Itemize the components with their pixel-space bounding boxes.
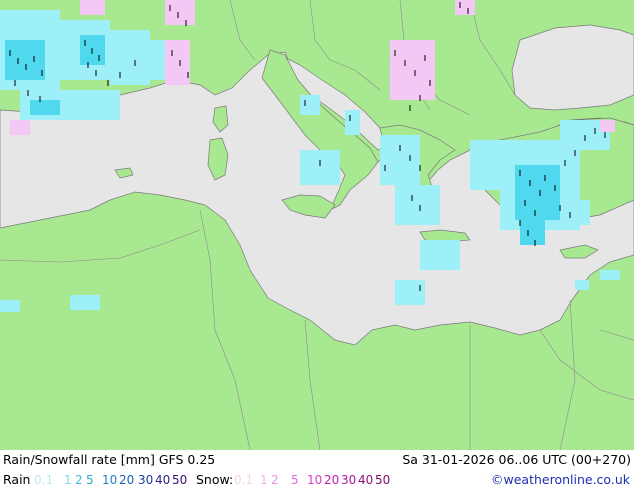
snow-legend-value: 50 — [375, 473, 391, 487]
weather-map — [0, 0, 634, 450]
map-canvas — [0, 0, 634, 450]
rain-legend-value: 30 — [138, 473, 154, 487]
forecast-datetime: Sa 31-01-2026 06..06 UTC (00+270) — [402, 452, 631, 467]
rain-legend-label: Rain — [3, 472, 31, 487]
snow-legend-value: 40 — [358, 473, 374, 487]
footer-bar: Rain/Snowfall rate [mm] GFS 0.25 Sa 31-0… — [0, 450, 634, 490]
snow-legend-value: 10 — [307, 473, 323, 487]
rain-legend-value: 5 — [86, 473, 94, 487]
snow-legend-value: 5 — [291, 473, 299, 487]
title-row: Rain/Snowfall rate [mm] GFS 0.25 Sa 31-0… — [0, 450, 634, 470]
rain-legend-value: 50 — [172, 473, 188, 487]
rain-legend-value: 1 — [64, 473, 72, 487]
black-sea — [511, 24, 634, 111]
snow-legend-value: 30 — [341, 473, 357, 487]
legend-row: Rain 0.1 1 2 5 10 20 30 40 50 Snow: 0.1 1 2 5 10 20 30… — [0, 470, 634, 490]
snow-legend-label: Snow: — [196, 472, 234, 487]
snow-legend-value: 1 — [260, 473, 268, 487]
snow-legend-value: 0.1 — [234, 473, 254, 487]
rain-legend-value: 2 — [75, 473, 83, 487]
rain-legend-value: 10 — [102, 473, 118, 487]
snow-legend-value: 20 — [324, 473, 340, 487]
rain-legend-value: 20 — [119, 473, 135, 487]
credit-link[interactable]: ©weatheronline.co.uk — [491, 470, 630, 490]
rain-legend-value: 0.1 — [34, 473, 54, 487]
snow-legend-value: 2 — [271, 473, 279, 487]
rain-legend-value: 40 — [155, 473, 171, 487]
chart-title: Rain/Snowfall rate [mm] GFS 0.25 — [3, 452, 216, 467]
